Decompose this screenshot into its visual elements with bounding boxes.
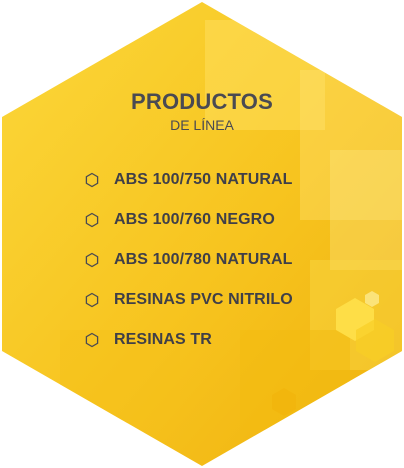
product-item-label: RESINAS PVC NITRILO [114, 291, 293, 308]
product-item-abs-750-natural[interactable]: ABS 100/750 NATURAL [84, 160, 293, 200]
hexagon-outline-icon [85, 292, 99, 308]
product-item-label: ABS 100/750 NATURAL [114, 171, 293, 188]
hexagon-outline-icon [85, 172, 99, 188]
product-list: ABS 100/750 NATURAL ABS 100/760 NEGRO AB… [84, 160, 293, 360]
product-item-label: RESINAS TR [114, 331, 212, 348]
product-item-label: ABS 100/760 NEGRO [114, 211, 275, 228]
panel-title: PRODUCTOS [131, 89, 273, 114]
panel-subtitle: DE LÍNEA [170, 117, 234, 133]
products-panel: PRODUCTOS DE LÍNEA ABS 100/750 NATURAL A… [0, 0, 404, 468]
hexagon-outline-icon [85, 252, 99, 268]
product-item-label: ABS 100/780 NATURAL [114, 251, 293, 268]
product-item-abs-780-natural[interactable]: ABS 100/780 NATURAL [84, 240, 293, 280]
product-item-resinas-tr[interactable]: RESINAS TR [84, 320, 293, 360]
hexagon-outline-icon [85, 212, 99, 228]
product-item-resinas-pvc-nitrilo[interactable]: RESINAS PVC NITRILO [84, 280, 293, 320]
hexagon-outline-icon [85, 332, 99, 348]
product-item-abs-760-negro[interactable]: ABS 100/760 NEGRO [84, 200, 293, 240]
